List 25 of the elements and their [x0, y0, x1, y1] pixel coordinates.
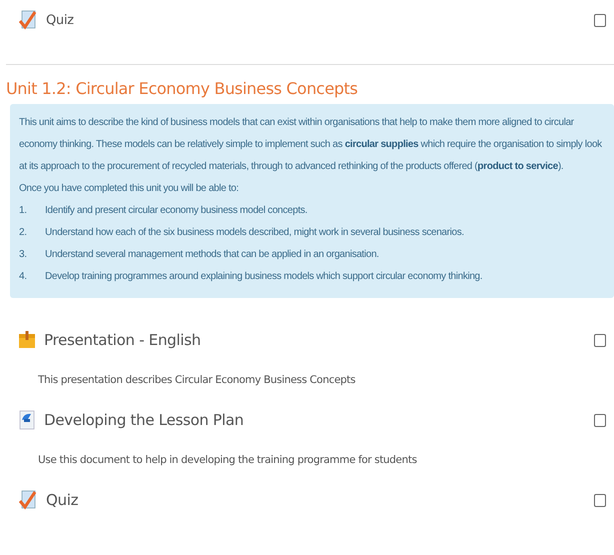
package-icon [18, 331, 36, 349]
list-number: 3. [19, 248, 28, 262]
activity-title[interactable]: Presentation - English [44, 331, 594, 349]
completion-checkbox[interactable] [594, 334, 606, 346]
checklist-icon [18, 490, 38, 510]
list-number: 4. [19, 270, 28, 284]
activity-title[interactable]: Developing the Lesson Plan [44, 411, 594, 429]
activity-title[interactable]: Quiz [46, 491, 594, 509]
outcome-text: Understand several management methods that can be applied in an organisation. [45, 248, 379, 262]
intro-paragraph: This unit aims to describe the kind of business models that can exist within organisations that help to make them more aligned to circular economy thinking. These models can be relatively simple to implement such as circular supplies which require the organisation to simply look at its approach to the procurement of recycled materials, through to advanced rethinking of the products offered (product to service). [19, 116, 603, 174]
document-icon [18, 410, 36, 430]
activity-description: This presentation describes Circular Economy Business Concepts [38, 373, 356, 388]
completion-checkbox[interactable] [594, 494, 606, 506]
list-number: 2. [19, 226, 28, 240]
completion-checkbox[interactable] [594, 414, 606, 426]
outcomes-lead: Once you have completed this unit you will be able to: [19, 182, 240, 196]
unit-heading: Unit 1.2: Circular Economy Business Concepts [6, 79, 359, 98]
list-number: 1. [19, 204, 28, 218]
completion-checkbox[interactable] [594, 14, 606, 26]
outcome-text: Understand how each of the six business models described, might work in several business scenarios. [45, 226, 464, 240]
outcome-text: Identify and present circular economy business model concepts. [45, 204, 308, 218]
activity-description: Use this document to help in developing the training programme for students [38, 453, 418, 468]
checklist-icon [18, 10, 38, 30]
activity-title[interactable]: Quiz [46, 12, 594, 28]
outcome-text: Develop training programmes around explaining business models which support circular economy thinking. [45, 270, 482, 284]
